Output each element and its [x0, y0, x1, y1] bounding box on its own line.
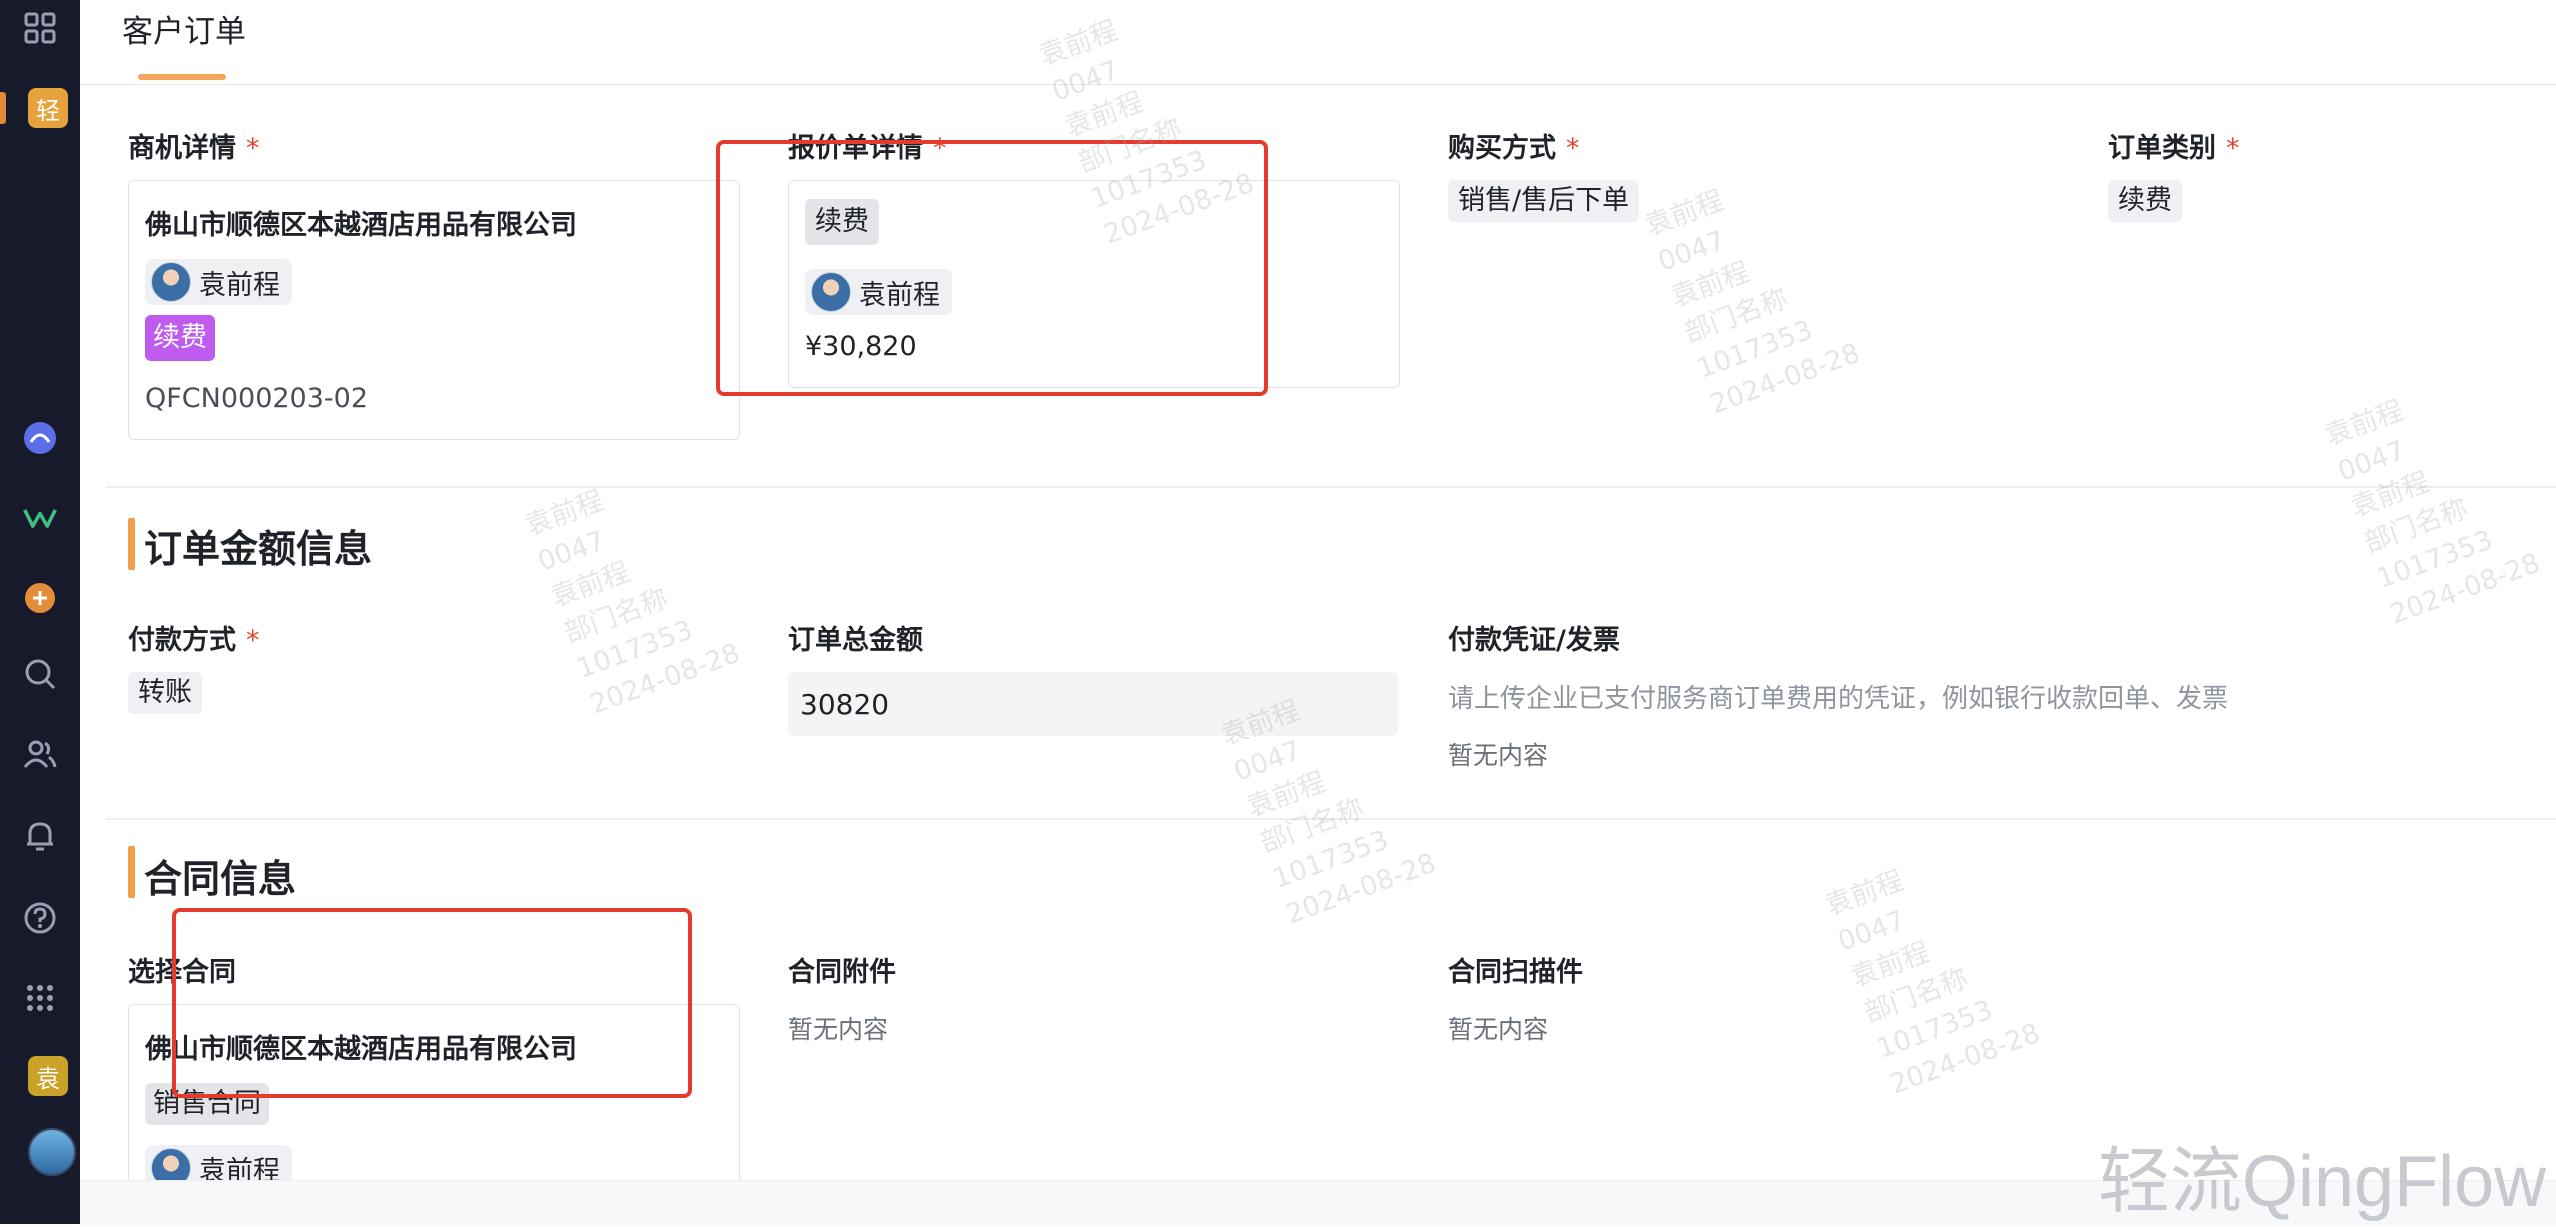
brand-watermark: 轻流QingFlow [2098, 1142, 2547, 1222]
user-badge[interactable]: 袁 [28, 1056, 68, 1096]
main-content: 客户订单 商机详情 * 佛山市顺德区本越酒店用品有限公司 袁前程 续费 QFCN0… [80, 0, 2556, 1224]
users-icon[interactable] [22, 736, 58, 772]
watermark: 袁前程 0047 袁前程 部门名称 1017353 2024-08-28 [1641, 185, 1865, 421]
quote-card[interactable]: 续费 袁前程 ¥30,820 [788, 180, 1400, 388]
contract-scans-empty: 暂无内容 [1448, 1015, 1549, 1044]
select-contract-label: 选择合同 [128, 957, 236, 988]
opportunity-title: 佛山市顺德区本越酒店用品有限公司 [145, 210, 577, 241]
tab-customer-order[interactable]: 客户订单 [122, 6, 246, 51]
section-accent-bar [128, 518, 135, 570]
payment-method-value: 转账 [128, 672, 202, 714]
apps-icon[interactable] [22, 980, 58, 1016]
sales-contract-tag: 销售合同 [145, 1083, 269, 1125]
avatar[interactable] [28, 1128, 76, 1176]
opportunity-label: 商机详情 * [128, 133, 260, 164]
avatar [151, 262, 191, 302]
watermark: 袁前程 0047 袁前程 部门名称 1017353 2024-08-28 [1821, 865, 2045, 1101]
grid-icon[interactable] [22, 10, 58, 46]
round-app-icon[interactable] [22, 420, 58, 456]
contract-attachments-empty: 暂无内容 [788, 1015, 889, 1044]
amount-section-title: 订单金额信息 [144, 527, 373, 571]
quote-owner-chip: 袁前程 [805, 269, 952, 315]
opportunity-card[interactable]: 佛山市顺德区本越酒店用品有限公司 袁前程 续费 QFCN000203-02 [128, 180, 740, 440]
total-amount-label: 订单总金额 [788, 625, 923, 656]
quote-label: 报价单详情 * [788, 133, 947, 164]
voucher-hint: 请上传企业已支付服务商订单费用的凭证，例如银行收款回单、发票 [1448, 684, 2229, 714]
tab-active-underline [138, 74, 226, 80]
contract-scans-label: 合同扫描件 [1448, 957, 1583, 988]
purchase-method-value: 销售/售后下单 [1448, 180, 1640, 222]
payment-method-label: 付款方式 * [128, 625, 260, 656]
opportunity-owner-chip: 袁前程 [145, 259, 292, 305]
order-type-label: 订单类别 * [2108, 133, 2240, 164]
contract-attachments-label: 合同附件 [788, 957, 896, 988]
tab-bar: 客户订单 [80, 0, 2556, 85]
voucher-empty: 暂无内容 [1448, 741, 1549, 770]
avatar [811, 272, 851, 312]
wechat-work-icon[interactable] [22, 500, 58, 536]
divider [106, 818, 2556, 820]
add-icon[interactable] [22, 580, 58, 616]
renewal-tag: 续费 [145, 315, 215, 361]
quote-renewal-tag: 续费 [805, 199, 879, 245]
help-icon[interactable] [22, 900, 58, 936]
purchase-method-label: 购买方式 * [1448, 133, 1580, 164]
active-marker [0, 92, 6, 124]
voucher-label: 付款凭证/发票 [1448, 625, 1620, 656]
order-type-value: 续费 [2108, 180, 2182, 222]
total-amount-value: 30820 [800, 687, 890, 721]
watermark: 袁前程 0047 袁前程 部门名称 1017353 2024-08-28 [2321, 395, 2545, 631]
divider [106, 486, 2556, 488]
contract-title: 佛山市顺德区本越酒店用品有限公司 [145, 1034, 577, 1065]
bell-icon[interactable] [22, 818, 58, 854]
watermark: 袁前程 0047 袁前程 部门名称 1017353 2024-08-28 [521, 485, 745, 721]
quote-amount: ¥30,820 [805, 331, 917, 362]
contract-section-title: 合同信息 [144, 857, 297, 901]
search-icon[interactable] [22, 656, 58, 692]
section-accent-bar [128, 846, 135, 898]
left-sidebar: 轻 袁 [0, 0, 80, 1224]
total-amount-field: 30820 [788, 672, 1398, 736]
opportunity-code: QFCN000203-02 [145, 383, 369, 414]
owner-name: 袁前程 [199, 269, 280, 301]
app-badge[interactable]: 轻 [28, 88, 68, 128]
owner-name: 袁前程 [859, 279, 940, 311]
